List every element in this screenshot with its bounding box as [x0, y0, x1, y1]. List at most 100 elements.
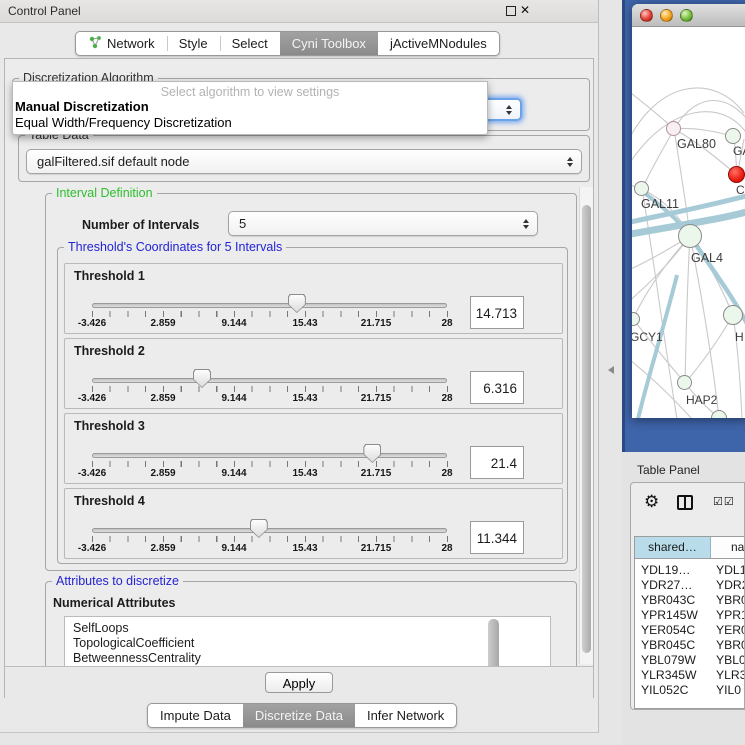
slider-tick-labels: -3.426 2.859 9.144 15.43 21.715 28	[92, 543, 447, 556]
group-label: Threshold's Coordinates for 5 Intervals	[64, 240, 286, 254]
threshold-value-field[interactable]: 21.4	[470, 446, 524, 479]
tick-label: 28	[441, 393, 452, 404]
top-tab-bar: Network Style Select Cyni Toolbox jActiv…	[75, 31, 500, 56]
slider-track[interactable]	[92, 378, 447, 383]
threshold-slider[interactable]: -3.426 2.859 9.144 15.43 21.715 28	[92, 294, 447, 334]
table-row[interactable]: YBR045CYBR0	[635, 638, 744, 653]
close-icon[interactable]: ✕	[520, 3, 530, 17]
network-window-titlebar[interactable]	[632, 4, 745, 27]
threshold-value-field[interactable]: 6.316	[470, 371, 524, 404]
node-label: C	[736, 183, 745, 197]
column-header-shared-name[interactable]: shared…	[635, 537, 711, 558]
gear-icon[interactable]: ⚙	[644, 492, 659, 512]
cell: YIL052C	[635, 683, 710, 695]
select-columns-icon[interactable]: ☑☑	[713, 495, 735, 508]
stepper-arrows-icon	[567, 157, 573, 167]
combobox-value: galFiltered.sif default node	[37, 154, 189, 169]
list-item[interactable]: TopologicalCoefficient	[65, 636, 550, 651]
network-node-gal80[interactable]	[666, 121, 681, 136]
splitter-collapse-icon[interactable]	[608, 366, 614, 374]
table-data-combobox[interactable]: galFiltered.sif default node	[26, 149, 582, 174]
table-row[interactable]: YDR27…YDR2	[635, 578, 744, 593]
tick-label: 28	[441, 318, 452, 329]
table-row[interactable]: YLR345WYLR3	[635, 668, 744, 683]
list-scrollbar[interactable]	[488, 619, 499, 666]
threshold-row: Threshold 2 -3.426 2.859 9.144 15.43	[64, 338, 563, 409]
table-row[interactable]: YBR043CYBR0	[635, 593, 744, 608]
tick-label: 28	[441, 468, 452, 479]
cell: YDR2	[710, 578, 744, 593]
threshold-slider[interactable]: -3.426 2.859 9.144 15.43 21.715 28	[92, 444, 447, 484]
threshold-slider[interactable]: -3.426 2.859 9.144 15.43 21.715 28	[92, 369, 447, 409]
bottom-tab-bar: Impute Data Discretize Data Infer Networ…	[147, 703, 457, 728]
threshold-row: Threshold 4 -3.426 2.859 9.144 15.43	[64, 488, 563, 559]
threshold-label: Threshold 3	[74, 419, 145, 433]
zoom-traffic-light[interactable]	[680, 9, 693, 22]
tab-style[interactable]: Style	[167, 32, 220, 55]
network-node-h[interactable]	[723, 305, 743, 325]
group-label: Attributes to discretize	[52, 574, 183, 588]
minimize-traffic-light[interactable]	[660, 9, 673, 22]
tick-label: 21.715	[361, 468, 392, 479]
float-window-icon[interactable]	[506, 6, 516, 16]
column-layout-icon[interactable]	[677, 495, 693, 510]
slider-track[interactable]	[92, 453, 447, 458]
network-node-ga[interactable]	[725, 128, 741, 144]
tab-label: Infer Network	[367, 708, 444, 723]
dropdown-item-equal-width-frequency[interactable]: Equal Width/Frequency Discretization	[13, 115, 487, 131]
cell: YDL1	[710, 563, 744, 578]
slider-track[interactable]	[92, 303, 447, 308]
scrollbar-thumb[interactable]	[582, 205, 591, 653]
slider-ticks	[92, 461, 448, 467]
table-panel: Table Panel ⚙ ☑☑ shared… na YDL19…YDL1 Y…	[622, 452, 745, 745]
number-of-intervals-combobox[interactable]: 5	[228, 211, 538, 236]
node-label: GAL80	[677, 137, 716, 151]
dropdown-item-manual-discretization[interactable]: Manual Discretization	[13, 99, 487, 115]
cell: YBR043C	[635, 593, 710, 608]
table-row[interactable]: YDL19…YDL1	[635, 563, 744, 578]
cell: YDL19…	[635, 563, 710, 578]
slider-track[interactable]	[92, 528, 447, 533]
table-data-group: Table Data galFiltered.sif default node	[18, 135, 590, 182]
tab-discretize-data[interactable]: Discretize Data	[243, 704, 355, 727]
tab-network[interactable]: Network	[76, 32, 167, 55]
tab-jactivemnodules[interactable]: jActiveMNodules	[378, 32, 499, 55]
tick-label: 28	[441, 543, 452, 554]
column-header-name[interactable]: na	[711, 537, 744, 558]
network-canvas[interactable]: GAL80 GA C GAL11 GAL4 GCY1 H HAP2	[632, 27, 745, 418]
settings-scrollbar[interactable]	[579, 187, 593, 664]
tab-impute-data[interactable]: Impute Data	[148, 704, 243, 727]
panel-title: Control Panel	[8, 4, 81, 18]
network-node-hap2[interactable]	[677, 375, 692, 390]
network-node-gal4[interactable]	[678, 224, 702, 248]
cell: YER0	[710, 623, 744, 638]
tab-label: Discretize Data	[255, 708, 343, 723]
list-item[interactable]: BetweennessCentrality	[65, 651, 550, 666]
threshold-value-field[interactable]: 11.344	[470, 521, 524, 554]
slider-tick-labels: -3.426 2.859 9.144 15.43 21.715 28	[92, 318, 447, 331]
table-row[interactable]: YPR145WYPR1	[635, 608, 744, 623]
group-label: Interval Definition	[52, 186, 157, 200]
tick-label: -3.426	[78, 393, 106, 404]
slider-tick-labels: -3.426 2.859 9.144 15.43 21.715 28	[92, 393, 447, 406]
threshold-slider[interactable]: -3.426 2.859 9.144 15.43 21.715 28	[92, 519, 447, 559]
tick-label: 21.715	[361, 393, 392, 404]
network-desktop-frame: GAL80 GA C GAL11 GAL4 GCY1 H HAP2	[622, 0, 745, 452]
tab-label: jActiveMNodules	[390, 36, 487, 51]
apply-button[interactable]: Apply	[265, 672, 333, 693]
network-icon	[88, 35, 102, 52]
table-row[interactable]: YIL052CYIL0	[635, 683, 744, 695]
network-node-gal11[interactable]	[634, 181, 649, 196]
tab-select[interactable]: Select	[220, 32, 280, 55]
table-row[interactable]: YBL079WYBL0	[635, 653, 744, 668]
list-item[interactable]: SelfLoops	[65, 617, 550, 636]
tab-infer-network[interactable]: Infer Network	[355, 704, 456, 727]
table-row[interactable]: YER054CYER0	[635, 623, 744, 638]
close-traffic-light[interactable]	[640, 9, 653, 22]
tick-label: 9.144	[221, 393, 246, 404]
threshold-value-field[interactable]: 14.713	[470, 296, 524, 329]
algorithm-dropdown-popup: Select algorithm to view settings Manual…	[12, 81, 488, 135]
tick-label: 21.715	[361, 318, 392, 329]
tab-cyni-toolbox[interactable]: Cyni Toolbox	[280, 32, 378, 55]
network-node-selected-red[interactable]	[728, 166, 745, 183]
